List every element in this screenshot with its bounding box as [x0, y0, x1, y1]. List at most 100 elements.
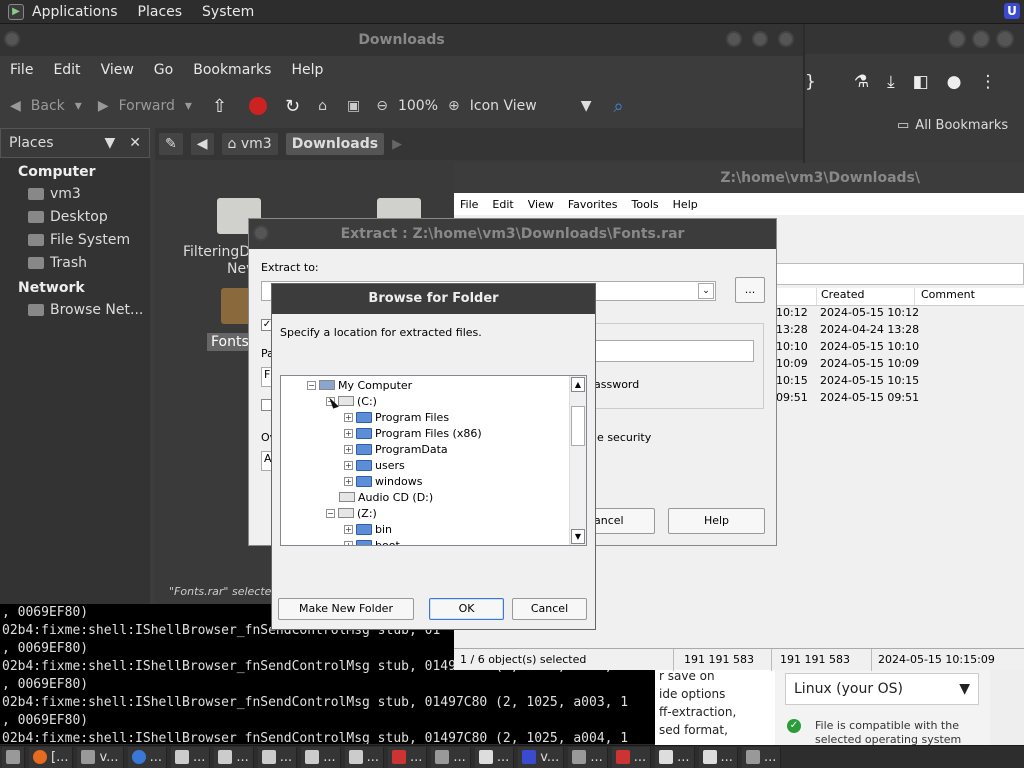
menu-view[interactable]: View [528, 198, 554, 211]
tree-node-program-files[interactable]: + Program Files [344, 409, 449, 425]
zoom-out-icon[interactable]: ⊖ [376, 98, 388, 114]
sidebar-item-trash[interactable]: Trash [0, 251, 150, 274]
os-select[interactable]: Linux (your OS) ▼ [785, 673, 979, 705]
task-terminal[interactable]: ... [568, 746, 608, 768]
table-row[interactable]: 10:12 2024-05-15 10:12 [774, 306, 1024, 323]
zoom-in-icon[interactable]: ⊕ [448, 98, 460, 114]
close-button[interactable] [996, 30, 1014, 48]
menu-bookmarks[interactable]: Bookmarks [193, 62, 271, 78]
table-row[interactable]: 10:10 2024-05-15 10:10 [774, 340, 1024, 357]
show-desktop-button[interactable] [2, 746, 25, 768]
chevron-down-icon[interactable]: ▼ [104, 135, 115, 151]
collapse-icon[interactable]: − [326, 508, 335, 518]
sidebar-icon[interactable]: ◧ [913, 72, 929, 92]
menu-help[interactable]: Help [291, 62, 323, 78]
tree-scrollbar[interactable]: ▲ ▼ [569, 376, 586, 545]
all-bookmarks[interactable]: All Bookmarks [915, 118, 1008, 133]
download-icon[interactable]: ⤓ [887, 72, 895, 92]
task-folder[interactable]: ... [257, 746, 298, 768]
table-row[interactable]: 09:51 2024-05-15 09:51 [774, 391, 1024, 408]
path-crumb-vm3[interactable]: ⌂ vm3 [221, 133, 278, 155]
expand-icon[interactable]: + [344, 476, 353, 486]
archive-icon[interactable] [221, 288, 251, 324]
file-label-selected[interactable]: Fonts [207, 333, 253, 351]
close-button[interactable] [778, 31, 794, 47]
chevron-down-icon[interactable]: ▾ [185, 98, 192, 114]
sidebar-item-file-system[interactable]: File System [0, 228, 150, 251]
ok-button[interactable]: OK [429, 598, 504, 620]
chevron-down-icon[interactable]: ▼ [581, 98, 592, 114]
tree-node-programdata[interactable]: + ProgramData [344, 441, 448, 457]
tree-node-users[interactable]: + users [344, 457, 405, 473]
task-ulauncher[interactable]: v... [518, 746, 565, 768]
task-pin[interactable]: ... [388, 746, 428, 768]
sidebar-item-browse-network[interactable]: Browse Net... [0, 298, 150, 321]
app-indicator-icon[interactable]: U [1004, 3, 1020, 19]
applications-icon[interactable]: ▶ [8, 3, 24, 20]
menu-tools[interactable]: Tools [632, 198, 659, 211]
reload-icon[interactable]: ↻ [285, 96, 300, 117]
menu-file[interactable]: File [10, 62, 33, 78]
chevron-down-icon[interactable]: ⌄ [698, 283, 714, 299]
flask-icon[interactable]: ⚗ [834, 72, 869, 92]
column-created[interactable]: Created [816, 288, 914, 305]
folder-tree[interactable]: − My Computer − (C:) + Program Files + Progr… [280, 375, 587, 546]
minimize-button[interactable] [726, 31, 742, 47]
file-label[interactable]: FilteringDi [183, 244, 254, 260]
places-menu[interactable]: Places [138, 4, 183, 20]
maximize-button[interactable] [752, 31, 768, 47]
menu-go[interactable]: Go [154, 62, 173, 78]
task-terminal[interactable]: ... [431, 746, 471, 768]
forward-button[interactable]: Forward [119, 98, 175, 114]
password-field[interactable] [594, 340, 754, 362]
view-mode-select[interactable]: Icon View [470, 98, 537, 114]
expand-icon[interactable]: + [344, 460, 353, 470]
table-row[interactable]: 13:28 2024-04-24 13:28 [774, 323, 1024, 340]
task-folder[interactable]: ... [344, 746, 384, 768]
help-button[interactable]: Help [668, 508, 765, 534]
cancel-button[interactable]: ancel [589, 508, 655, 534]
menu-view[interactable]: View [101, 62, 134, 78]
make-new-folder-button[interactable]: Make New Folder [278, 598, 414, 620]
tree-node-audio-cd[interactable]: Audio CD (D:) [339, 489, 433, 505]
scroll-up-icon[interactable]: ▲ [571, 377, 585, 392]
places-header[interactable]: Places [9, 135, 54, 151]
scroll-down-icon[interactable]: ▼ [571, 529, 585, 544]
sidebar-item-vm3[interactable]: vm3 [0, 182, 150, 205]
sidebar-item-desktop[interactable]: Desktop [0, 205, 150, 228]
menu-file[interactable]: File [460, 198, 478, 211]
edit-path-icon[interactable]: ✎ [159, 133, 183, 155]
tree-node-program-files-x86[interactable]: + Program Files (x86) [344, 425, 482, 441]
task-terminal[interactable]: v... [77, 746, 124, 768]
close-icon[interactable]: ✕ [129, 135, 141, 151]
tree-node-boot[interactable]: + boot [344, 537, 400, 545]
tree-node-my-computer[interactable]: − My Computer [307, 377, 412, 393]
home-icon[interactable]: ⌂ [318, 98, 327, 114]
task-pin[interactable]: ... [611, 746, 652, 768]
tree-node-z-drive[interactable]: − (Z:) [326, 505, 377, 521]
menu-edit[interactable]: Edit [492, 198, 513, 211]
task-7zip[interactable]: ... [655, 746, 695, 768]
back-arrow-icon[interactable]: ◀ [10, 98, 21, 114]
maximize-button[interactable] [972, 30, 990, 48]
expand-icon[interactable]: + [344, 524, 353, 534]
path-left-arrow-icon[interactable]: ◀ [190, 133, 214, 155]
window-menu-button[interactable] [253, 225, 269, 241]
chevron-down-icon[interactable]: ▾ [75, 98, 82, 114]
task-firefox[interactable]: [... [29, 746, 74, 768]
task-folder[interactable]: ... [301, 746, 341, 768]
extension-icon[interactable]: } [805, 72, 816, 92]
expand-icon[interactable]: + [344, 444, 353, 454]
table-row[interactable]: 10:09 2024-05-15 10:09 [774, 357, 1024, 374]
back-button[interactable]: Back [31, 98, 65, 114]
tree-node-windows[interactable]: + windows [344, 473, 422, 489]
computer-icon[interactable]: ▣ [347, 98, 360, 114]
table-row[interactable]: 10:15 2024-05-15 10:15 [774, 374, 1024, 391]
window-menu-button[interactable] [4, 31, 20, 47]
cancel-button[interactable]: Cancel [512, 598, 587, 620]
path-crumb-downloads[interactable]: Downloads [285, 133, 385, 155]
task-7zip[interactable]: ... [474, 746, 515, 768]
column-comment[interactable]: Comment [914, 288, 1014, 305]
applications-menu[interactable]: Applications [32, 4, 118, 20]
profile-icon[interactable]: ● [947, 72, 962, 92]
